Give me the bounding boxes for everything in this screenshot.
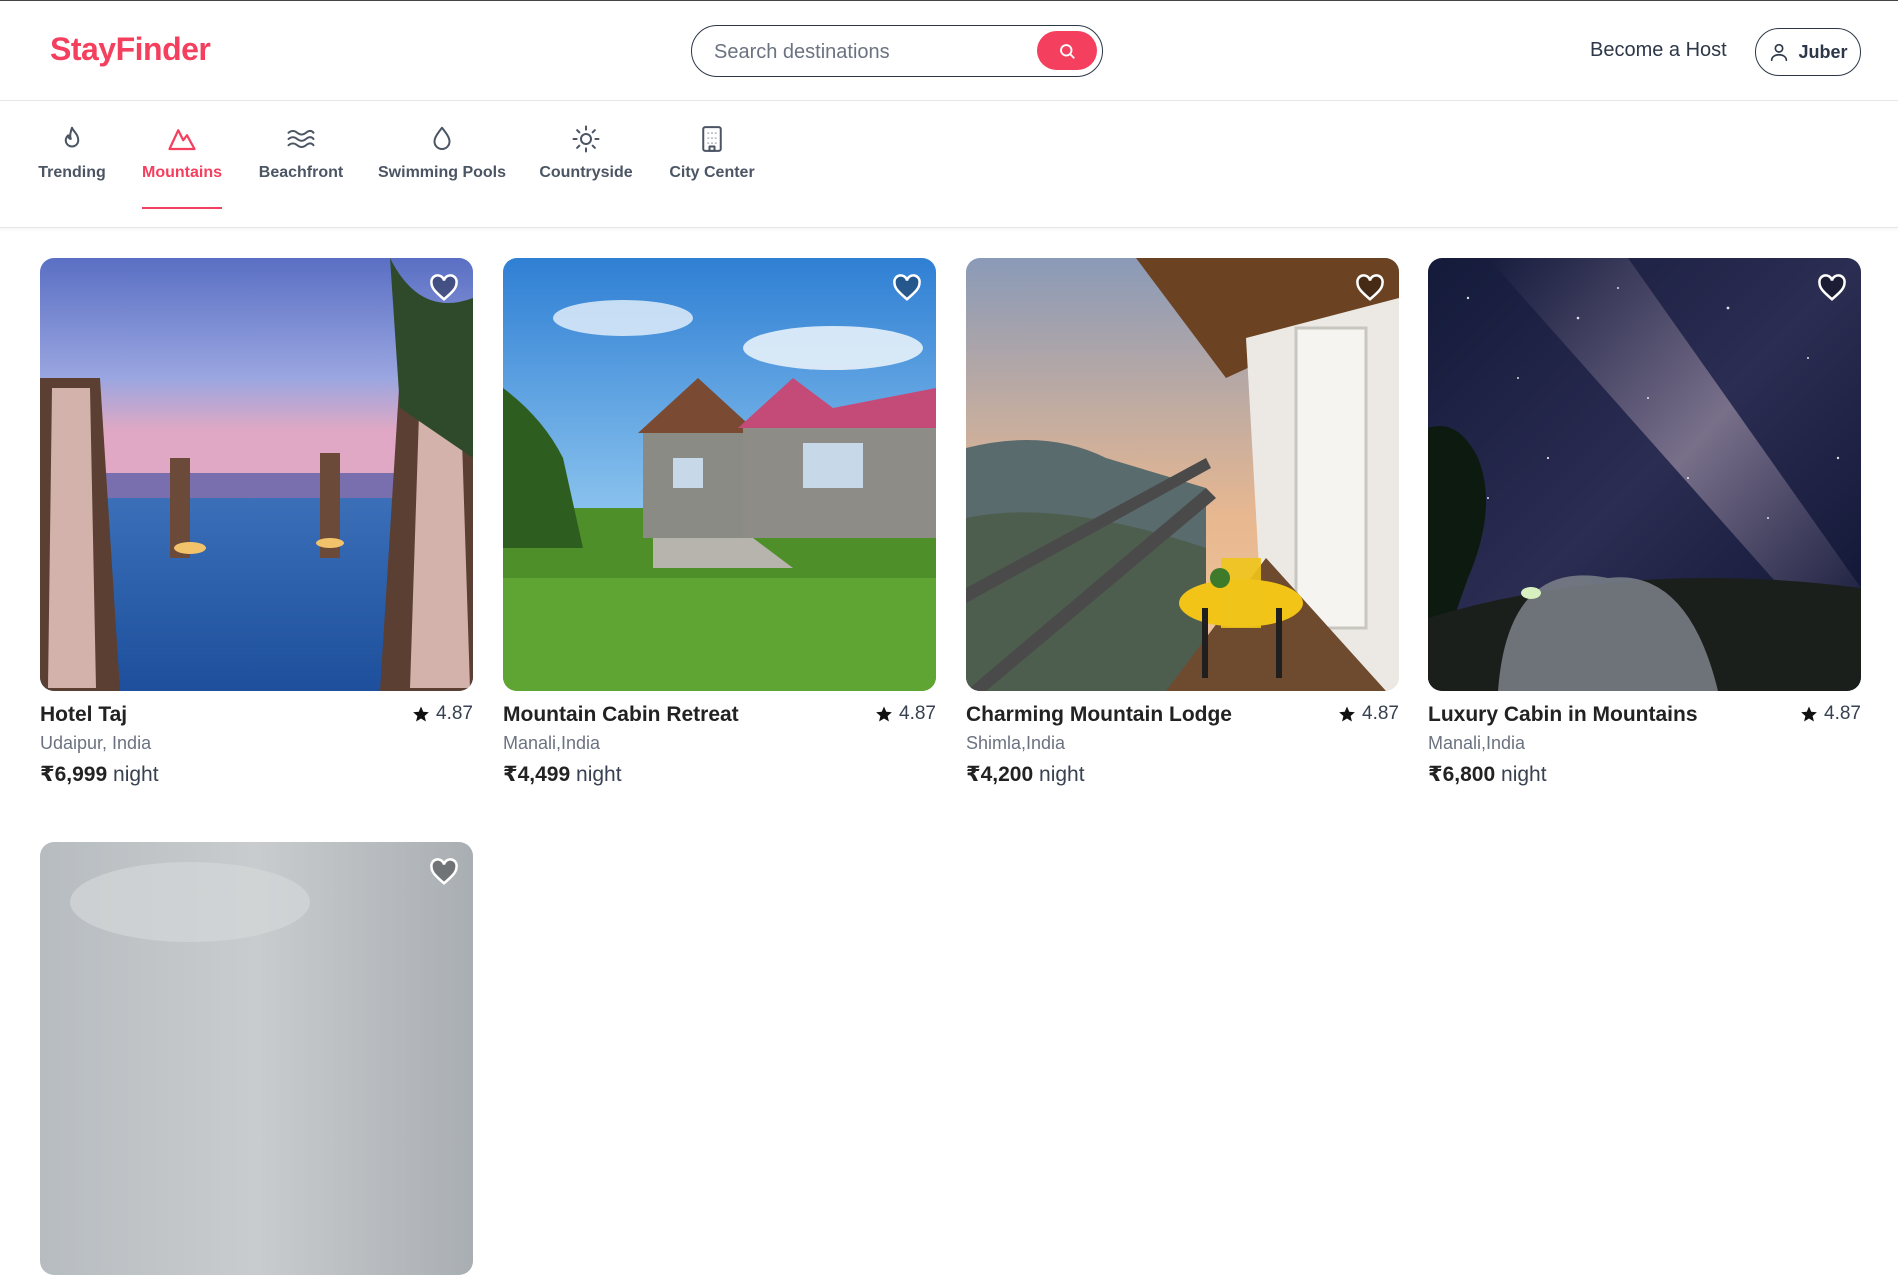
listing-photo[interactable] [1428, 258, 1861, 691]
heart-icon[interactable] [1817, 274, 1847, 302]
user-name: Juber [1798, 41, 1848, 62]
listing-title[interactable]: Mountain Cabin Retreat [503, 703, 739, 726]
flame-icon [64, 126, 80, 148]
listing-price: ₹4,499 night [503, 762, 936, 787]
listing-price: ₹4,200 night [966, 762, 1399, 787]
listing-title[interactable]: Charming Mountain Lodge [966, 703, 1232, 726]
listing-title[interactable]: Hotel Taj [40, 703, 127, 726]
listing-photo[interactable] [40, 842, 473, 1275]
search-input[interactable] [712, 36, 1036, 68]
listing-rating: 4.87 [1338, 703, 1399, 725]
building-icon [702, 126, 722, 152]
user-menu-button[interactable]: Juber [1755, 28, 1861, 76]
star-icon [1801, 706, 1817, 722]
rating-value: 4.87 [1362, 703, 1399, 724]
become-host-link[interactable]: Become a Host [1590, 39, 1727, 62]
category-bar: Trending Mountains Beachfront Swimming P… [0, 102, 1898, 228]
listing-card[interactable]: Charming Mountain Lodge 4.87 Shimla,Indi… [966, 258, 1399, 787]
search-button[interactable] [1037, 31, 1097, 70]
star-icon [876, 706, 892, 722]
listing-price: ₹6,999 night [40, 762, 473, 787]
category-mountains[interactable]: Mountains [142, 124, 222, 209]
category-label: Mountains [142, 164, 222, 181]
price-amount: ₹4,200 [966, 763, 1034, 786]
listing-rating: 4.87 [875, 703, 936, 725]
heart-icon[interactable] [429, 274, 459, 302]
price-amount: ₹6,999 [40, 763, 108, 786]
droplet-icon [433, 126, 451, 150]
price-unit: night [113, 763, 159, 786]
listing-image-clouds [40, 842, 473, 1275]
listing-image-night-sky [1428, 258, 1861, 691]
rating-value: 4.87 [436, 703, 473, 724]
search-icon [1060, 43, 1075, 59]
user-icon [1771, 43, 1788, 62]
category-label: Beachfront [258, 164, 344, 181]
listing-image-cabin [503, 258, 936, 691]
listing-photo[interactable] [40, 258, 473, 691]
star-icon [1339, 706, 1355, 722]
sun-icon [572, 125, 600, 153]
category-beachfront[interactable]: Beachfront [259, 124, 343, 228]
category-trending[interactable]: Trending [38, 124, 106, 228]
price-amount: ₹6,800 [1428, 763, 1496, 786]
category-label: City Center [669, 164, 755, 181]
listing-photo[interactable] [503, 258, 936, 691]
price-unit: night [576, 763, 622, 786]
rating-value: 4.87 [899, 703, 936, 724]
listing-rating: 4.87 [412, 703, 473, 725]
mountain-icon [168, 129, 196, 151]
waves-icon [287, 129, 315, 149]
listing-image-pool [40, 258, 473, 691]
price-unit: night [1501, 763, 1547, 786]
heart-icon[interactable] [1355, 274, 1385, 302]
listing-location: Udaipur, India [40, 733, 152, 753]
listing-card[interactable] [40, 842, 473, 1275]
category-swimming-pools[interactable]: Swimming Pools [378, 124, 507, 228]
listing-title[interactable]: Luxury Cabin in Mountains [1428, 703, 1698, 726]
listing-card[interactable]: Hotel Taj 4.87 Udaipur, India ₹6,999 nig… [40, 258, 473, 787]
category-label: Swimming Pools [378, 164, 507, 181]
price-amount: ₹4,499 [503, 763, 571, 786]
top-navbar: StayFinder Become a Host Juber [0, 1, 1898, 101]
listing-card[interactable]: Mountain Cabin Retreat 4.87 Manali,India… [503, 258, 936, 787]
category-countryside[interactable]: Countryside [539, 124, 633, 228]
listing-photo[interactable] [966, 258, 1399, 691]
listing-image-balcony [966, 258, 1399, 691]
listing-location: Manali,India [503, 733, 601, 753]
listing-price: ₹6,800 night [1428, 762, 1861, 787]
category-label: Trending [38, 164, 106, 181]
category-label: Countryside [539, 164, 633, 181]
price-unit: night [1039, 763, 1085, 786]
category-city-center[interactable]: City Center [669, 124, 755, 228]
search-bar [691, 25, 1103, 77]
listing-location: Shimla,India [966, 733, 1066, 753]
logo[interactable]: StayFinder [50, 31, 211, 68]
star-icon [413, 706, 429, 722]
listing-location: Manali,India [1428, 733, 1526, 753]
rating-value: 4.87 [1824, 703, 1861, 724]
heart-icon[interactable] [892, 274, 922, 302]
listing-card[interactable]: Luxury Cabin in Mountains 4.87 Manali,In… [1428, 258, 1861, 787]
listing-rating: 4.87 [1800, 703, 1861, 725]
heart-icon[interactable] [429, 858, 459, 886]
